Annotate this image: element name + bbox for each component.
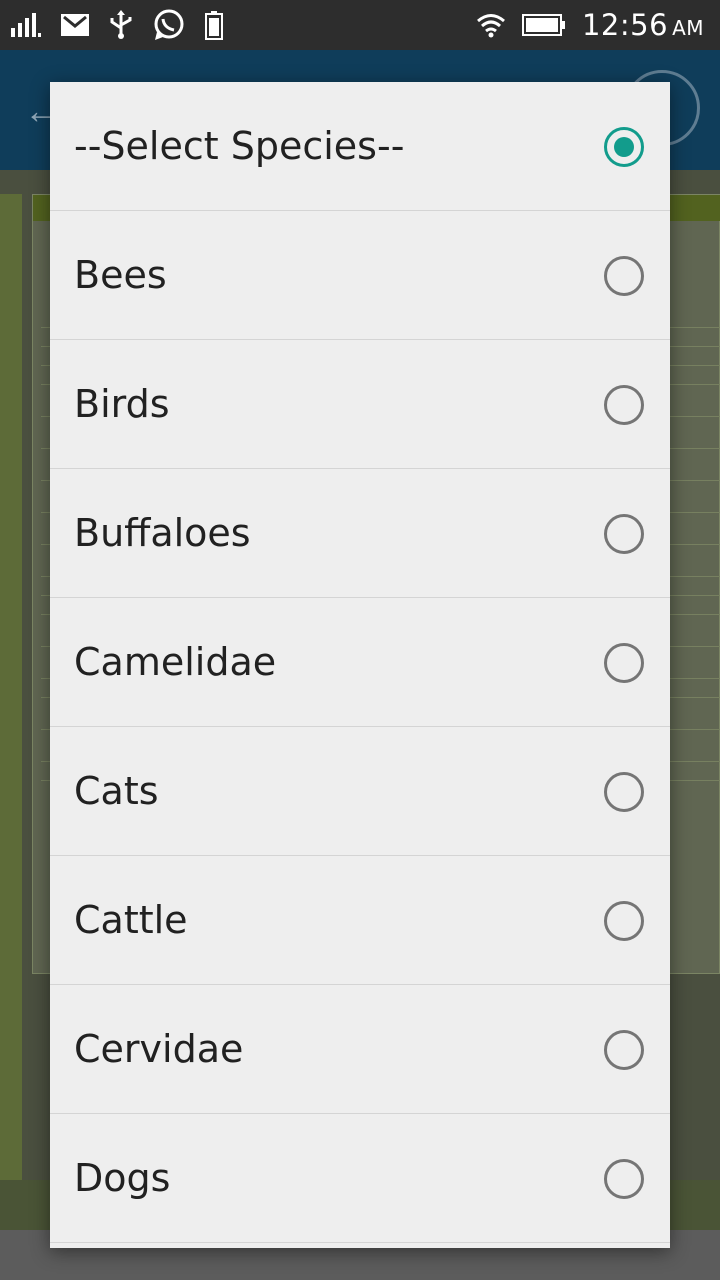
option-label: Bees — [74, 253, 167, 297]
radio-unchecked-icon[interactable] — [604, 385, 644, 425]
radio-unchecked-icon[interactable] — [604, 1159, 644, 1199]
option-label: Cats — [74, 769, 159, 813]
status-time-ampm: AM — [672, 16, 704, 40]
species-select-dialog: --Select Species-- Bees Birds Buffaloes … — [50, 82, 670, 1248]
option-cattle[interactable]: Cattle — [50, 856, 670, 985]
radio-unchecked-icon[interactable] — [604, 256, 644, 296]
status-time-value: 12:56 — [581, 8, 669, 42]
option-birds[interactable]: Birds — [50, 340, 670, 469]
battery-saver-icon — [205, 11, 223, 40]
option-label: Cervidae — [74, 1027, 244, 1071]
radio-unchecked-icon[interactable] — [604, 514, 644, 554]
radio-unchecked-icon[interactable] — [604, 772, 644, 812]
option-select-species[interactable]: --Select Species-- — [50, 82, 670, 211]
radio-unchecked-icon[interactable] — [604, 1030, 644, 1070]
status-bar-left — [10, 8, 224, 42]
option-label: --Select Species-- — [74, 124, 405, 168]
option-label: Birds — [74, 382, 170, 426]
option-label: Buffaloes — [74, 511, 251, 555]
option-bees[interactable]: Bees — [50, 211, 670, 340]
battery-icon — [521, 14, 565, 36]
whatsapp-icon — [154, 9, 184, 40]
radio-unchecked-icon[interactable] — [604, 901, 644, 941]
status-bar-right: 12:56 AM — [476, 8, 704, 42]
option-cervidae[interactable]: Cervidae — [50, 985, 670, 1114]
app-sidebar — [0, 194, 22, 1194]
option-label: Cattle — [74, 898, 188, 942]
radio-checked-icon[interactable] — [604, 127, 644, 167]
option-label: Dogs — [74, 1156, 171, 1200]
option-buffaloes[interactable]: Buffaloes — [50, 469, 670, 598]
option-cats[interactable]: Cats — [50, 727, 670, 856]
status-time: 12:56 AM — [582, 8, 704, 42]
signal-icon — [11, 13, 41, 37]
gmail-icon — [61, 14, 89, 36]
status-bar: 12:56 AM — [0, 0, 720, 50]
option-label: Camelidae — [74, 640, 277, 684]
usb-icon — [110, 10, 132, 39]
radio-unchecked-icon[interactable] — [604, 643, 644, 683]
wifi-icon — [477, 14, 505, 38]
option-dogs[interactable]: Dogs — [50, 1114, 670, 1243]
option-camelidae[interactable]: Camelidae — [50, 598, 670, 727]
